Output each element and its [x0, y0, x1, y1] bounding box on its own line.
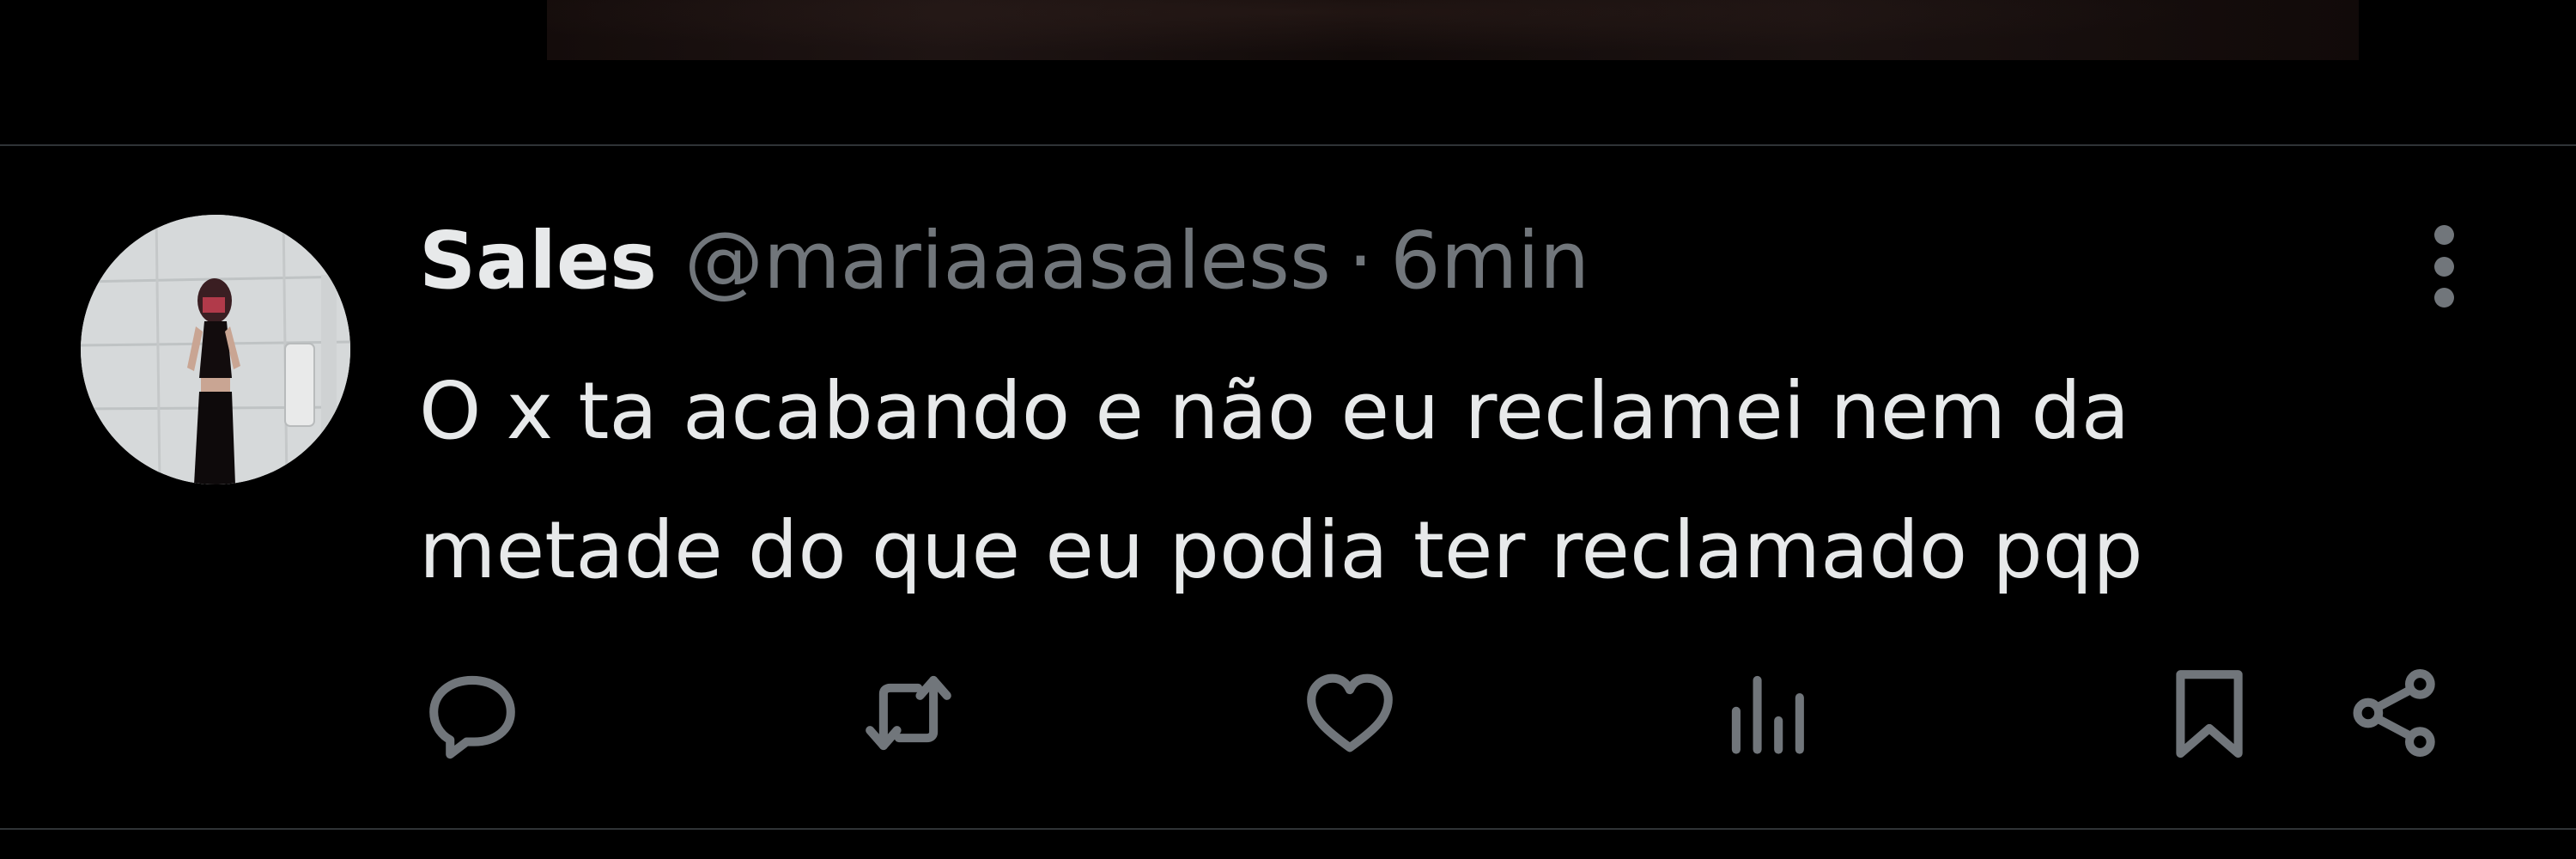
- header-separator: ·: [1347, 215, 1374, 307]
- share-icon: [2353, 669, 2435, 757]
- previous-tweet-media[interactable]: [547, 0, 2359, 60]
- tweet-text-line: metade do que eu podia ter reclamado pqp: [419, 504, 2143, 596]
- reply-button[interactable]: [421, 661, 524, 765]
- views-button[interactable]: [1717, 661, 1820, 765]
- bookmark-icon: [2176, 670, 2243, 758]
- share-button[interactable]: [2342, 661, 2445, 765]
- like-icon: [1307, 673, 1393, 752]
- reply-icon: [429, 675, 515, 759]
- more-dot: [2433, 288, 2454, 308]
- tweet-divider-top: [0, 144, 2576, 146]
- retweet-button[interactable]: [857, 661, 960, 765]
- more-dot: [2433, 256, 2454, 277]
- author-handle[interactable]: @mariaaasaless: [684, 211, 1331, 311]
- tweet-divider-bottom: [0, 828, 2576, 830]
- tweet-header: Sales @mariaaasaless · 6min: [419, 211, 1589, 311]
- like-button[interactable]: [1298, 661, 1401, 765]
- retweet-icon: [866, 675, 951, 751]
- bookmark-button[interactable]: [2158, 661, 2261, 765]
- avatar-photo: [81, 215, 350, 484]
- tweet-text-line: O x ta acabando e não eu reclamei nem da: [419, 365, 2130, 457]
- tweet-timestamp[interactable]: 6min: [1390, 211, 1589, 311]
- tweet-text: O x ta acabando e não eu reclamei nem da…: [419, 342, 2514, 620]
- author-display-name[interactable]: Sales: [419, 211, 657, 311]
- more-dot: [2433, 225, 2454, 245]
- views-icon: [1731, 675, 1804, 754]
- avatar[interactable]: [81, 215, 350, 484]
- more-options-icon[interactable]: [2411, 220, 2476, 313]
